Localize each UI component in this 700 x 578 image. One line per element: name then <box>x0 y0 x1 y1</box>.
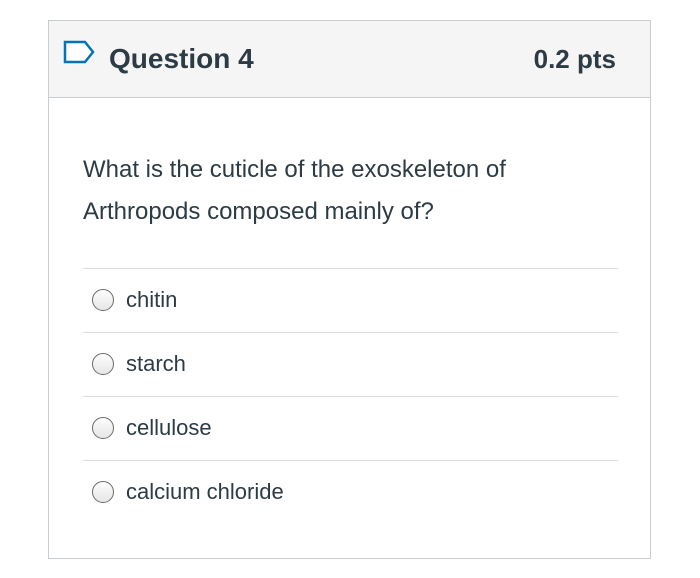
answer-option[interactable]: starch <box>83 332 618 396</box>
question-card: Question 4 0.2 pts What is the cuticle o… <box>48 20 651 559</box>
flag-question-icon[interactable] <box>63 40 95 64</box>
answer-option[interactable]: chitin <box>83 268 618 332</box>
answer-option[interactable]: calcium chloride <box>83 460 618 524</box>
question-header: Question 4 0.2 pts <box>49 21 650 98</box>
question-title: Question 4 <box>109 43 254 74</box>
radio-button[interactable] <box>92 417 114 439</box>
radio-button[interactable] <box>92 353 114 375</box>
question-points: 0.2 pts <box>533 44 616 74</box>
answer-label[interactable]: cellulose <box>126 413 212 443</box>
answer-list: chitin starch cellulose calcium chloride <box>83 268 618 524</box>
question-text: What is the cuticle of the exoskeleton o… <box>83 156 506 225</box>
answer-label[interactable]: chitin <box>126 285 177 315</box>
answer-label[interactable]: starch <box>126 349 186 379</box>
radio-button[interactable] <box>92 481 114 503</box>
answer-option[interactable]: cellulose <box>83 396 618 460</box>
answer-label[interactable]: calcium chloride <box>126 477 284 507</box>
radio-button[interactable] <box>92 289 114 311</box>
